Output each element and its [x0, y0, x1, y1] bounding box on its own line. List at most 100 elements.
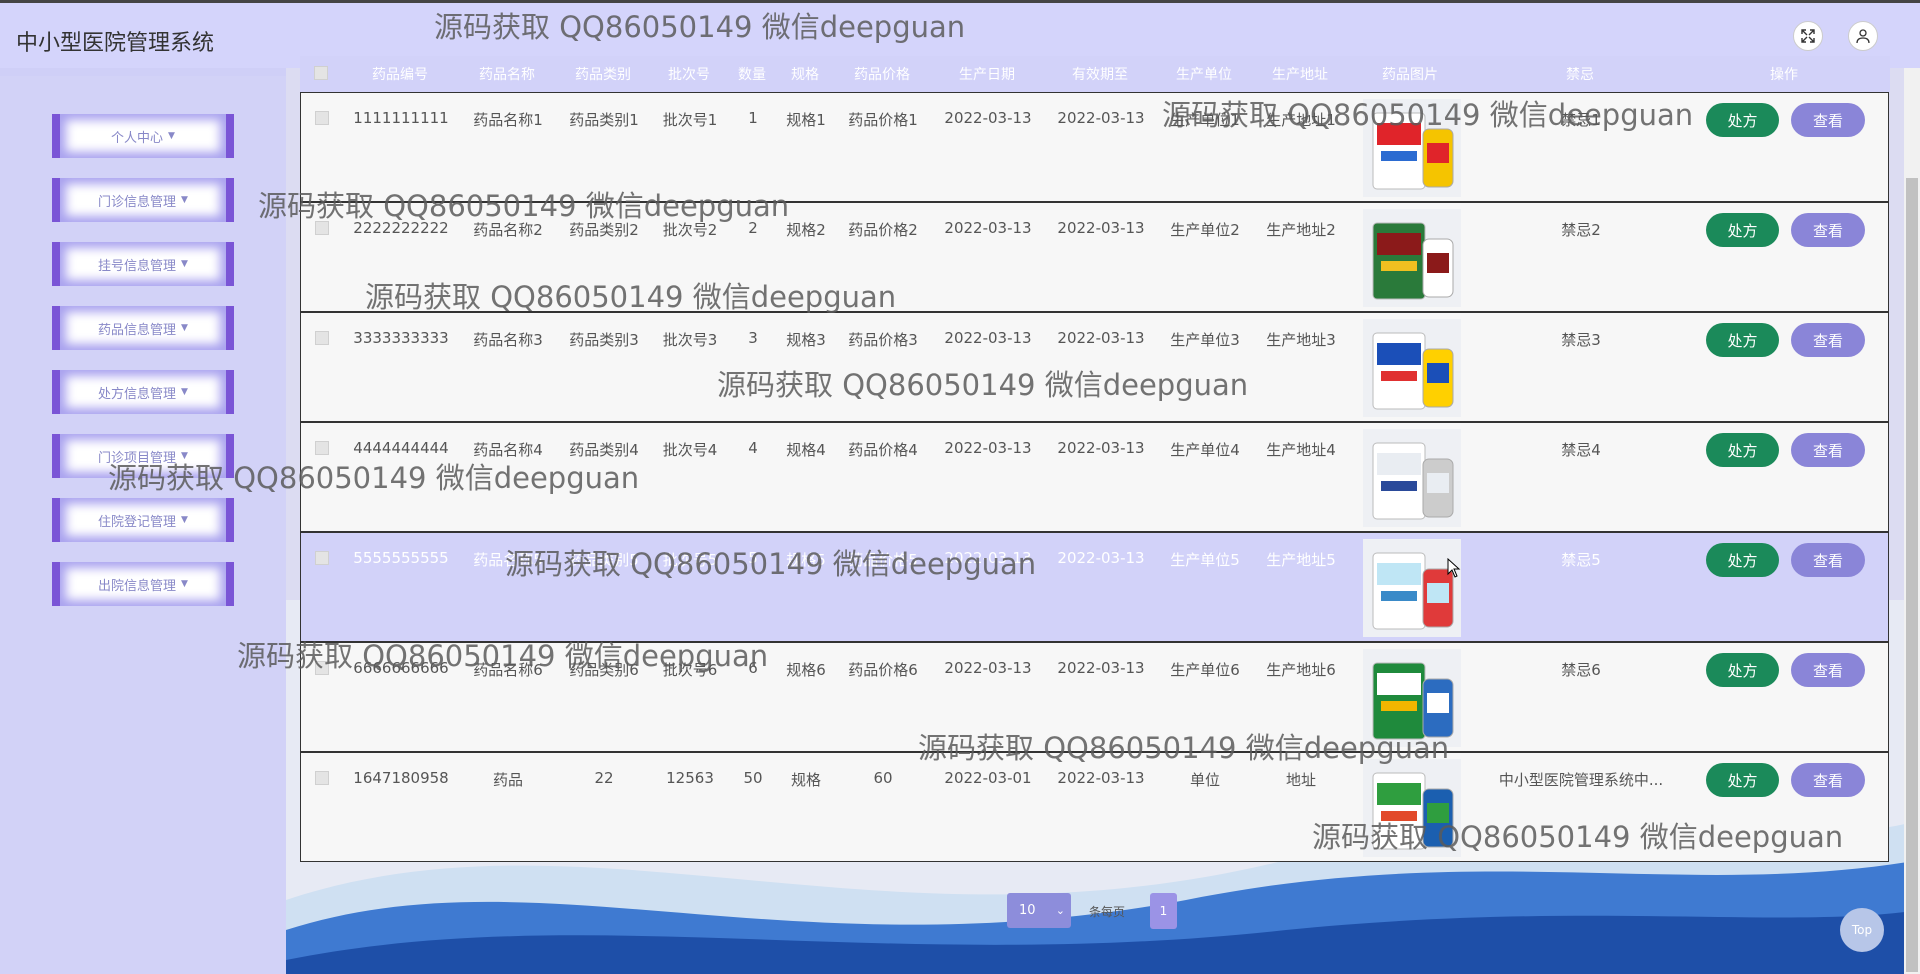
- sidebar-menu-label: 出院信息管理: [98, 578, 177, 594]
- cell-expire: 2022-03-13: [1057, 769, 1145, 787]
- cell-maker: 生产单位6: [1170, 661, 1240, 679]
- column-header[interactable]: 生产日期: [959, 64, 1015, 84]
- row-checkbox[interactable]: [315, 441, 329, 455]
- sidebar-menu-button[interactable]: 处方信息管理 ▼: [52, 370, 234, 414]
- view-button[interactable]: 查看: [1791, 103, 1865, 137]
- prescribe-button[interactable]: 处方: [1706, 543, 1779, 577]
- caret-down-icon: ▼: [181, 579, 188, 589]
- sidebar-menu-button[interactable]: 挂号信息管理 ▼: [52, 242, 234, 286]
- cell-expire: 2022-03-13: [1057, 439, 1145, 457]
- cell-price: 药品价格2: [848, 221, 918, 239]
- sidebar-menu-label: 药品信息管理: [98, 322, 177, 338]
- cell-expire: 2022-03-13: [1057, 549, 1145, 567]
- column-header[interactable]: 数量: [738, 64, 766, 84]
- row-checkbox[interactable]: [315, 551, 329, 565]
- watermark-text: 源码获取 QQ86050149 微信deepguan: [237, 639, 769, 673]
- cell-price: 药品价格4: [848, 441, 918, 459]
- row-checkbox[interactable]: [315, 111, 329, 125]
- cell-address: 生产地址3: [1266, 331, 1336, 349]
- column-header[interactable]: 禁忌: [1566, 64, 1594, 84]
- sidebar-menu-label: 门诊信息管理: [98, 194, 177, 210]
- sidebar-menu-button[interactable]: 门诊信息管理 ▼: [52, 178, 234, 222]
- caret-down-icon: ▼: [181, 195, 188, 205]
- select-all-checkbox[interactable]: [314, 66, 328, 80]
- caret-down-icon: ▼: [181, 515, 188, 525]
- prescribe-button[interactable]: 处方: [1706, 433, 1779, 467]
- cell-name: 药品: [492, 771, 524, 789]
- cell-qty: 3: [748, 329, 758, 347]
- page-number-button[interactable]: 1: [1150, 893, 1177, 929]
- caret-down-icon: ▼: [181, 259, 188, 269]
- column-header[interactable]: 生产单位: [1176, 64, 1232, 84]
- cell-maker: 生产单位3: [1170, 331, 1240, 349]
- cell-batch: 12563: [666, 769, 714, 787]
- column-header[interactable]: 生产地址: [1272, 64, 1328, 84]
- chevron-down-icon: ⌄: [1055, 904, 1065, 917]
- cell-address: 生产地址2: [1266, 221, 1336, 239]
- cell-made: 2022-03-13: [944, 219, 1032, 237]
- column-header[interactable]: 规格: [791, 64, 819, 84]
- view-button[interactable]: 查看: [1791, 763, 1865, 797]
- column-header[interactable]: 操作: [1770, 64, 1798, 84]
- prescribe-button[interactable]: 处方: [1706, 763, 1779, 797]
- view-button[interactable]: 查看: [1791, 213, 1865, 247]
- column-header[interactable]: 有效期至: [1072, 64, 1128, 84]
- cell-qty: 4: [748, 439, 758, 457]
- page-size-value: 10: [1019, 903, 1036, 918]
- cell-spec: 规格1: [786, 111, 826, 129]
- mouse-cursor-icon: [1447, 558, 1461, 578]
- medicine-image: [1363, 209, 1461, 307]
- sidebar-menu-button[interactable]: 出院信息管理 ▼: [52, 562, 234, 606]
- cell-made: 2022-03-13: [944, 109, 1032, 127]
- sidebar-menu-button[interactable]: 药品信息管理 ▼: [52, 306, 234, 350]
- medicine-image: [1363, 319, 1461, 417]
- sidebar-menu-button[interactable]: 个人中心 ▼: [52, 114, 234, 158]
- caret-down-icon: ▼: [181, 323, 188, 333]
- page-size-select[interactable]: 10 ⌄: [1007, 893, 1071, 928]
- prescribe-button[interactable]: 处方: [1706, 213, 1779, 247]
- cell-qty: 1: [748, 109, 758, 127]
- cell-spec: 规格: [790, 771, 822, 789]
- sidebar-menu-label: 住院登记管理: [98, 514, 177, 530]
- cell-spec: 规格2: [786, 221, 826, 239]
- watermark-text: 源码获取 QQ86050149 微信deepguan: [717, 368, 1249, 402]
- cell-expire: 2022-03-13: [1057, 329, 1145, 347]
- cell-id: 5555555555: [353, 549, 449, 567]
- column-header[interactable]: 药品类别: [575, 64, 631, 84]
- row-checkbox[interactable]: [315, 331, 329, 345]
- fullscreen-icon[interactable]: [1793, 21, 1823, 51]
- back-to-top-button[interactable]: Top: [1840, 908, 1884, 952]
- scrollbar-thumb[interactable]: [1906, 178, 1918, 972]
- watermark-text: 源码获取 QQ86050149 微信deepguan: [505, 547, 1037, 581]
- column-header[interactable]: 药品编号: [372, 64, 428, 84]
- view-button[interactable]: 查看: [1791, 543, 1865, 577]
- view-button[interactable]: 查看: [1791, 433, 1865, 467]
- column-header[interactable]: 药品图片: [1382, 64, 1438, 84]
- watermark-text: 源码获取 QQ86050149 微信deepguan: [365, 280, 897, 314]
- view-button[interactable]: 查看: [1791, 323, 1865, 357]
- cell-spec: 规格6: [786, 661, 826, 679]
- cell-taboo: 禁忌3: [1561, 331, 1601, 349]
- medicine-image: [1363, 429, 1461, 527]
- column-header[interactable]: 批次号: [668, 64, 710, 84]
- cell-taboo: 禁忌5: [1561, 551, 1601, 569]
- prescribe-button[interactable]: 处方: [1706, 653, 1779, 687]
- sidebar-menu-label: 个人中心: [111, 130, 164, 146]
- caret-down-icon: ▼: [168, 131, 175, 141]
- cell-maker: 单位: [1189, 771, 1221, 789]
- prescribe-button[interactable]: 处方: [1706, 323, 1779, 357]
- row-checkbox[interactable]: [315, 771, 329, 785]
- view-button[interactable]: 查看: [1791, 653, 1865, 687]
- medicine-image-cell: [1363, 429, 1461, 527]
- sidebar-menu-button[interactable]: 住院登记管理 ▼: [52, 498, 234, 542]
- caret-down-icon: ▼: [181, 387, 188, 397]
- cell-category: 药品类别3: [569, 331, 639, 349]
- cell-qty: 50: [743, 769, 763, 787]
- cell-taboo: 禁忌4: [1561, 441, 1601, 459]
- prescribe-button[interactable]: 处方: [1706, 103, 1779, 137]
- app-title: 中小型医院管理系统: [16, 31, 215, 56]
- column-header[interactable]: 药品名称: [479, 64, 535, 84]
- user-icon[interactable]: [1848, 21, 1878, 51]
- column-header[interactable]: 药品价格: [854, 64, 910, 84]
- cell-made: 2022-03-13: [944, 329, 1032, 347]
